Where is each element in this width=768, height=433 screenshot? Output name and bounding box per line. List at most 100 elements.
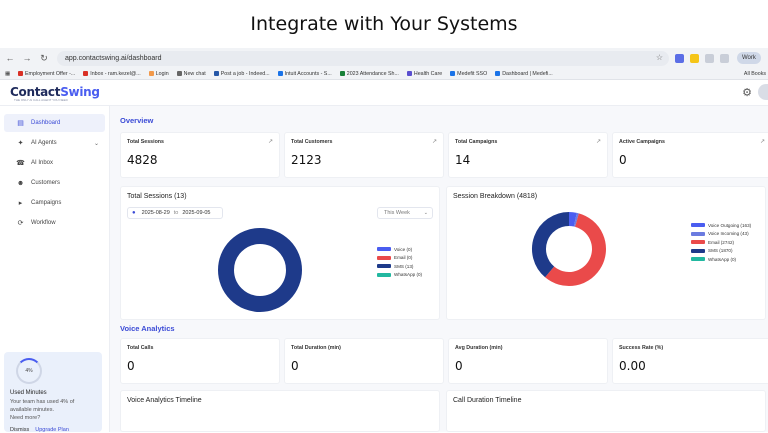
gear-icon[interactable]: ⚙ — [742, 86, 752, 99]
donut-slice-sms[interactable] — [226, 236, 294, 304]
profile-chip[interactable]: Work — [737, 52, 761, 64]
sidebar-item-customers[interactable]: ☻Customers — [4, 174, 105, 192]
external-link-icon[interactable]: ↗ — [596, 138, 601, 145]
all-bookmarks[interactable]: All Books — [744, 71, 766, 77]
voice-analytics-title: Voice Analytics — [120, 324, 175, 333]
usage-text: Your team has used 4% of available minut… — [10, 398, 96, 422]
stat-card-total-calls: Total Calls 0 — [120, 338, 280, 384]
stat-card-success-rate: Success Rate (%) 0.00 — [612, 338, 768, 384]
logo-accent: Swing — [60, 85, 99, 99]
extensions-puzzle-icon[interactable] — [705, 54, 714, 63]
profile-label: Work — [742, 55, 756, 61]
stat-card-active-campaigns: Active Campaigns ↗ 0 — [612, 132, 768, 178]
extension-icon[interactable] — [675, 54, 684, 63]
bookmark-label: Medefit SSO — [457, 71, 487, 77]
bookmark-item[interactable]: Medefit SSO — [450, 71, 487, 77]
range-value: This Week — [384, 210, 410, 216]
bookmark-star-icon[interactable]: ☆ — [656, 53, 663, 62]
legend-item[interactable]: SMS (13) — [377, 262, 422, 271]
donut-slice-voice-outgoing[interactable] — [569, 219, 575, 220]
external-link-icon[interactable]: ↗ — [432, 138, 437, 145]
legend-label: Voice (0) — [394, 247, 412, 252]
sidebar-item-label: Workflow — [31, 220, 56, 226]
sidebar-item-dashboard[interactable]: ▤Dashboard — [4, 114, 105, 132]
session-breakdown-legend: Voice Outgoing (163) Voice Incoming (43) E… — [691, 221, 751, 264]
url-text: app.contactswing.ai/dashboard — [65, 55, 162, 62]
banner-title: Integrate with Your Systems — [250, 13, 517, 35]
external-link-icon[interactable]: ↗ — [268, 138, 273, 145]
logo-tagline: THE ONLY AI CALL AGENT YOU NEED — [14, 98, 68, 102]
bookmark-item[interactable]: Health Care — [407, 71, 442, 77]
favicon-icon — [149, 71, 154, 76]
legend-label: SMS (13) — [394, 264, 413, 269]
total-sessions-donut — [217, 227, 303, 313]
date-from: 2025-08-29 — [142, 210, 170, 216]
banner: Integrate with Your Systems — [0, 0, 768, 48]
bookmark-item[interactable]: Login — [149, 71, 169, 77]
date-range-picker[interactable]: ● 2025-08-29 to 2025-09-05 — [127, 207, 223, 219]
legend-item[interactable]: Voice Outgoing (163) — [691, 221, 751, 230]
logo[interactable]: ContactSwing — [10, 85, 100, 99]
favicon-icon — [407, 71, 412, 76]
date-to-label: to — [174, 210, 179, 216]
legend-item[interactable]: SMS (1870) — [691, 247, 751, 256]
calendar-icon: ● — [132, 210, 136, 216]
legend-swatch — [377, 256, 391, 260]
stat-value: 0 — [291, 359, 299, 373]
forward-icon[interactable]: → — [20, 51, 34, 65]
usage-percent: 4% — [25, 368, 32, 374]
upgrade-plan-link[interactable]: Upgrade Plan — [35, 427, 69, 433]
favicon-icon — [83, 71, 88, 76]
bookmark-item[interactable]: Intuit Accounts - S... — [278, 71, 332, 77]
legend-item[interactable]: Voice (0) — [377, 245, 422, 254]
external-link-icon[interactable]: ↗ — [760, 138, 765, 145]
session-breakdown-donut — [531, 211, 607, 287]
sidebar-item-campaigns[interactable]: ▸Campaigns — [4, 194, 105, 212]
panel-title: Total Sessions (13) — [127, 193, 187, 200]
bookmark-item[interactable]: Dashboard | Medefi... — [495, 71, 553, 77]
bookmark-label: Employment Offer -... — [25, 71, 75, 77]
legend-label: SMS (1870) — [708, 248, 733, 253]
address-row: ← → ↻ app.contactswing.ai/dashboard ☆ Wo… — [0, 48, 768, 68]
range-select[interactable]: This Week ⌄ — [377, 207, 433, 219]
bookmark-label: Post a job - Indeed... — [221, 71, 270, 77]
favicon-icon — [450, 71, 455, 76]
panel-title: Session Breakdown (4818) — [453, 193, 537, 200]
download-icon[interactable] — [720, 54, 729, 63]
bookmark-item[interactable]: Inbox - ram.kezel@... — [83, 71, 140, 77]
legend-label: Voice Outgoing (163) — [708, 223, 751, 228]
reload-icon[interactable]: ↻ — [37, 51, 51, 65]
sidebar-item-ai-inbox[interactable]: ☎AI Inbox — [4, 154, 105, 172]
total-sessions-legend: Voice (0) Email (0)SMS (13) WhatsApp (0) — [377, 245, 422, 279]
favicon-icon — [278, 71, 283, 76]
sidebar-item-ai-agents[interactable]: ✦AI Agents⌄ — [4, 134, 105, 152]
sidebar-item-workflow[interactable]: ⟳Workflow — [4, 214, 105, 232]
avatar[interactable] — [758, 84, 768, 100]
chevron-down-icon[interactable]: ⌄ — [94, 140, 99, 147]
legend-item[interactable]: WhatsApp (0) — [377, 271, 422, 280]
apps-grid-icon[interactable]: ▦ — [5, 71, 10, 77]
extension-icon[interactable] — [690, 54, 699, 63]
donut-slice-sms[interactable] — [539, 219, 569, 272]
bookmark-item[interactable]: Employment Offer -... — [18, 71, 75, 77]
legend-item[interactable]: Voice Incoming (43) — [691, 230, 751, 239]
legend-item[interactable]: Email (2742) — [691, 238, 751, 247]
stat-label: Total Customers — [291, 139, 332, 145]
favicon-icon — [495, 71, 500, 76]
url-bar[interactable]: app.contactswing.ai/dashboard ☆ — [57, 51, 669, 66]
legend-item[interactable]: Email (0) — [377, 254, 422, 263]
legend-item[interactable]: WhatsApp (0) — [691, 255, 751, 264]
legend-swatch — [377, 247, 391, 251]
legend-label: Voice Incoming (43) — [708, 231, 749, 236]
bookmark-item[interactable]: Post a job - Indeed... — [214, 71, 270, 77]
bookmark-item[interactable]: 2023 Attendance Sh... — [340, 71, 399, 77]
bookmark-label: Intuit Accounts - S... — [285, 71, 332, 77]
back-icon[interactable]: ← — [3, 51, 17, 65]
dismiss-link[interactable]: Dismiss — [10, 427, 29, 433]
sidebar-item-label: Campaigns — [31, 200, 61, 206]
sidebar-item-label: Customers — [31, 180, 60, 186]
call-duration-timeline-panel: Call Duration Timeline — [446, 390, 766, 432]
stat-label: Success Rate (%) — [619, 345, 663, 351]
stat-label: Total Duration (min) — [291, 345, 341, 351]
bookmark-item[interactable]: New chat — [177, 71, 206, 77]
